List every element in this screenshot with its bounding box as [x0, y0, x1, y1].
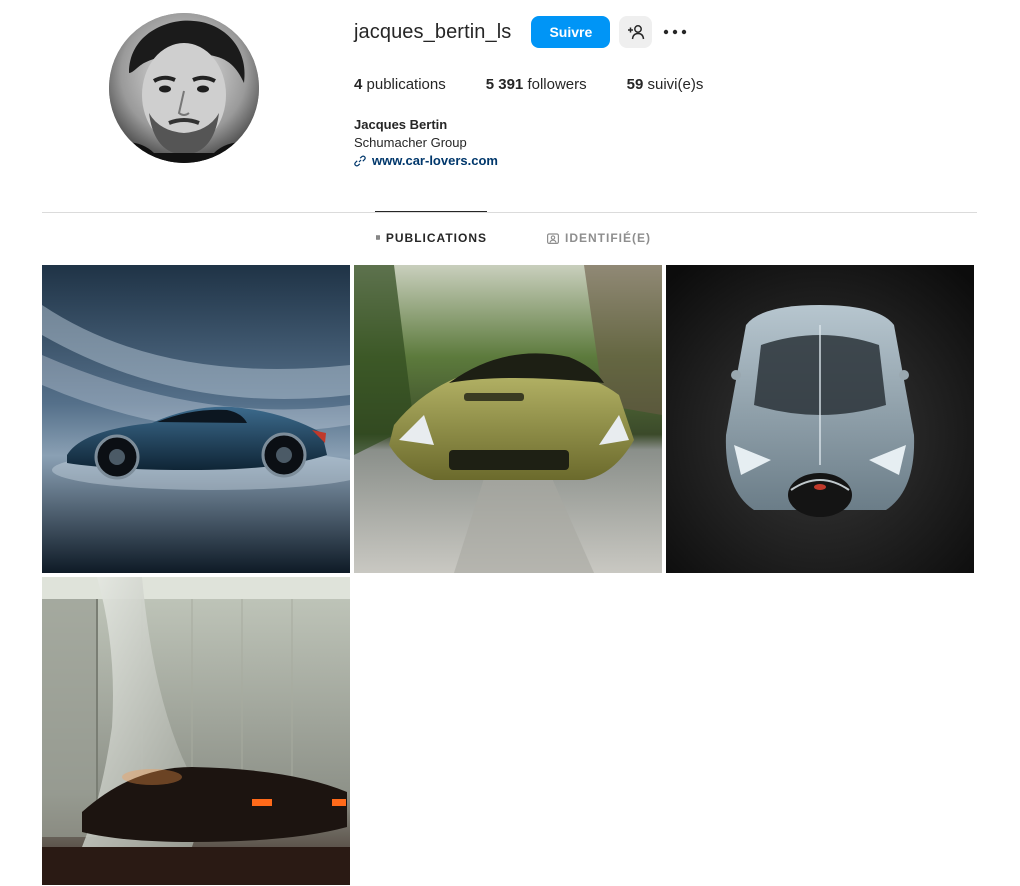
post-image: [666, 265, 974, 573]
post-tile[interactable]: [42, 577, 350, 885]
stat-followers-label: followers: [527, 76, 587, 93]
suggested-accounts-button[interactable]: [619, 16, 653, 48]
website-url: www.car-lovers.com: [372, 153, 498, 168]
more-horizontal-icon: [664, 29, 687, 35]
posts-grid: [42, 265, 974, 885]
follow-button[interactable]: Suivre: [531, 16, 611, 48]
link-icon: [354, 155, 366, 167]
more-options-button[interactable]: [662, 16, 688, 48]
post-image: [42, 577, 350, 885]
post-tile[interactable]: [354, 265, 662, 573]
post-tile[interactable]: [666, 265, 974, 573]
tab-tagged-label: IDENTIFIÉ(E): [565, 231, 651, 245]
stat-following-label: suivi(e)s: [647, 76, 704, 93]
tab-tagged[interactable]: IDENTIFIÉ(E): [547, 212, 651, 264]
post-tile[interactable]: [42, 265, 350, 573]
stat-followers-count: 5 391: [485, 76, 524, 93]
post-image: [354, 265, 662, 573]
profile-stats: 4 publications 5 391 followers 59 suivi(…: [354, 76, 743, 93]
profile-category: Schumacher Group: [354, 135, 467, 150]
stat-following-count: 59: [626, 76, 644, 93]
stat-followers[interactable]: 5 391 followers: [486, 76, 587, 93]
tabs-divider: [42, 212, 977, 213]
add-person-icon: [627, 25, 645, 40]
stat-following[interactable]: 59 suivi(e)s: [627, 76, 704, 93]
username: jacques_bertin_ls: [354, 20, 512, 43]
grid-icon: [376, 235, 380, 240]
stat-posts-count: 4: [354, 76, 363, 93]
stat-posts: 4 publications: [354, 76, 446, 93]
avatar-portrait: [109, 13, 259, 163]
profile-header-row: jacques_bertin_ls Suivre: [354, 16, 688, 48]
full-name: Jacques Bertin: [354, 117, 448, 132]
post-image: [42, 265, 350, 573]
website-link[interactable]: www.car-lovers.com: [354, 152, 498, 170]
stat-posts-label: publications: [366, 76, 446, 93]
profile-avatar[interactable]: [109, 13, 259, 163]
profile-bio: Jacques Bertin Schumacher Group www.car-…: [354, 116, 498, 170]
tab-publications[interactable]: PUBLICATIONS: [375, 211, 487, 263]
tagged-icon: [547, 232, 559, 244]
tab-publications-label: PUBLICATIONS: [385, 230, 487, 245]
